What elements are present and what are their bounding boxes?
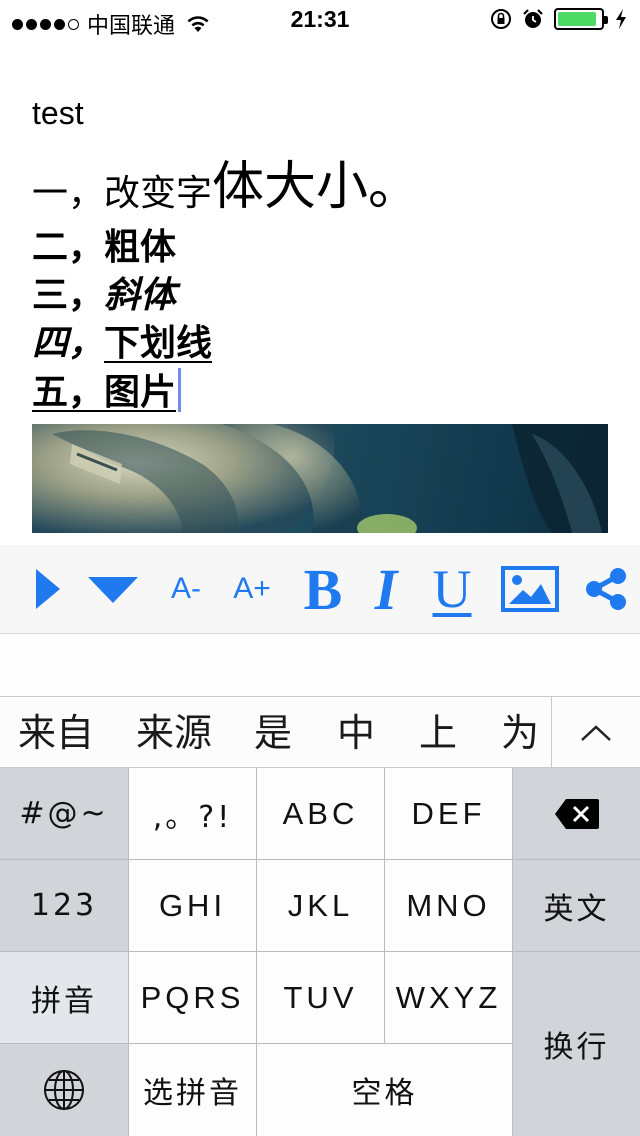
increase-font-button[interactable]: A+	[226, 545, 278, 633]
key-symbols[interactable]: #@~	[0, 768, 128, 859]
collapse-down-button[interactable]	[84, 545, 142, 633]
editor-line-underline[interactable]: 四，下划线	[32, 320, 608, 368]
line1-large-text: 体大小。	[212, 157, 421, 217]
candidate-item[interactable]: 上	[419, 697, 457, 769]
key-globe[interactable]	[0, 1044, 128, 1136]
share-icon	[586, 568, 626, 610]
rotation-lock-icon	[491, 9, 511, 29]
candidate-item[interactable]: 为	[501, 697, 539, 769]
note-title[interactable]: test	[32, 90, 608, 136]
bold-button[interactable]: B	[296, 545, 350, 633]
key-def[interactable]: DEF	[385, 768, 512, 859]
format-toolbar: A- A+ B I U	[0, 545, 640, 633]
candidate-item[interactable]: 是	[254, 697, 292, 769]
inserted-image[interactable]	[32, 424, 608, 533]
globe-icon	[44, 1070, 84, 1110]
decrease-font-button[interactable]: A-	[160, 545, 212, 633]
line1-small-text: 一，改变字	[32, 173, 213, 214]
italic-button[interactable]: I	[364, 545, 408, 633]
status-bar: 中国联通 21:31	[0, 0, 640, 40]
key-ghi[interactable]: GHI	[129, 860, 256, 951]
editor-line-font-size[interactable]: 一，改变字 体大小。	[32, 150, 608, 224]
triangle-down-icon	[88, 577, 138, 603]
candidate-item[interactable]: 来自	[18, 697, 94, 769]
editor-line-image[interactable]: 五，图片	[32, 368, 608, 416]
mouse-photo	[32, 424, 608, 533]
key-tuv[interactable]: TUV	[257, 952, 384, 1043]
key-select-pinyin[interactable]: 选拼音	[129, 1044, 256, 1136]
key-numbers[interactable]: 123	[0, 860, 128, 951]
chevron-up-icon	[581, 725, 611, 741]
candidate-item[interactable]: 中	[337, 697, 375, 769]
key-english[interactable]: 英文	[513, 860, 640, 951]
backspace-key[interactable]	[513, 768, 640, 859]
share-button[interactable]	[582, 545, 630, 633]
key-space[interactable]: 空格	[257, 1044, 512, 1136]
candidate-bar: 来自 来源 是 中 上 为	[0, 696, 640, 769]
line3-prefix: 三，	[32, 275, 105, 316]
key-mno[interactable]: MNO	[385, 860, 512, 951]
expand-right-button[interactable]	[26, 545, 68, 633]
key-pinyin[interactable]: 拼音	[0, 952, 128, 1043]
underline-button[interactable]: U	[424, 545, 480, 633]
pinyin-keyboard: #@~ ,。?! ABC DEF 123 GHI JKL MNO 英文 拼音 P…	[0, 768, 640, 1136]
text-cursor	[178, 368, 182, 412]
line5-text: 五，图片	[32, 372, 177, 413]
battery-icon	[554, 8, 608, 30]
triangle-right-icon	[36, 569, 60, 609]
charging-icon	[616, 9, 626, 29]
key-enter[interactable]: 换行	[513, 952, 640, 1136]
image-icon	[501, 566, 559, 612]
line4-underlined-text: 下划线	[104, 323, 213, 364]
key-wxyz[interactable]: WXYZ	[385, 952, 512, 1043]
editor-line-bold[interactable]: 二，粗体	[32, 224, 608, 272]
line4-prefix: 四，	[32, 323, 105, 364]
expand-candidates-button[interactable]	[551, 697, 640, 769]
editor-line-italic[interactable]: 三，斜体	[32, 272, 608, 320]
insert-image-button[interactable]	[500, 545, 560, 633]
alarm-icon	[523, 9, 543, 28]
backspace-icon	[554, 798, 599, 829]
keyboard-accessory-area	[0, 634, 640, 696]
key-abc[interactable]: ABC	[257, 768, 384, 859]
key-pqrs[interactable]: PQRS	[129, 952, 256, 1043]
key-punctuation[interactable]: ,。?!	[129, 768, 256, 859]
rich-text-editor[interactable]: test 一，改变字 体大小。 二，粗体 三，斜体 四，下划线 五，图片	[32, 90, 608, 416]
line3-italic-text: 斜体	[104, 275, 177, 316]
status-right	[490, 8, 628, 30]
candidate-item[interactable]: 来源	[136, 697, 212, 769]
key-jkl[interactable]: JKL	[257, 860, 384, 951]
